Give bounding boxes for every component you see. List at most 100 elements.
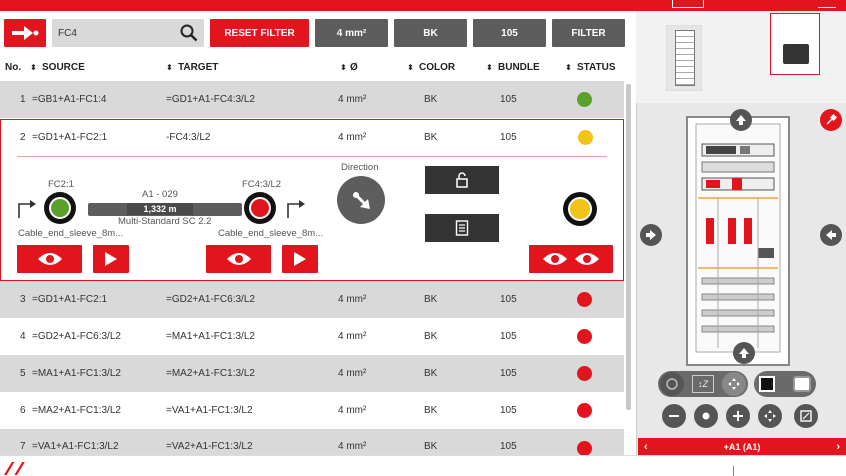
bundle-filter-button[interactable]: 105 — [473, 19, 546, 47]
eye-icon — [37, 253, 62, 265]
zoom-fit-button[interactable]: ↕Z — [692, 375, 714, 393]
table-row[interactable]: 3 =GD1+A1-FC2:1 =GD2+A1-FC6:3/L2 4 mm² B… — [0, 281, 624, 318]
col-bundle[interactable]: BUNDLE — [498, 62, 540, 73]
location-bar: ‹ +A1 (A1) › — [638, 438, 846, 455]
arrow-right-button[interactable] — [820, 224, 842, 246]
direction-button[interactable] — [337, 176, 385, 224]
sort-icon[interactable]: ⬍ — [486, 63, 493, 72]
thumbnail-cabinet[interactable] — [666, 25, 702, 91]
zoom-out-button[interactable] — [662, 404, 686, 428]
document-button[interactable] — [425, 214, 499, 242]
search-input[interactable]: FC4 — [52, 19, 204, 47]
sort-icon[interactable]: ⬍ — [166, 63, 173, 72]
view-both-button[interactable] — [529, 245, 613, 273]
col-no[interactable]: No. — [5, 62, 21, 73]
explode-button[interactable] — [722, 372, 746, 396]
export-button[interactable] — [4, 19, 46, 47]
status-indicator — [577, 441, 592, 456]
row-source: =VA1+A1-FC1:3/L2 — [32, 441, 119, 452]
source-status-ring[interactable] — [44, 192, 76, 224]
rotate-view-button[interactable] — [660, 372, 684, 396]
move-icon — [728, 378, 740, 390]
table-header: No. ⬍ SOURCE ⬍ TARGET ⬍ Ø ⬍ COLOR ⬍ BUND… — [0, 53, 630, 81]
divider — [17, 156, 607, 157]
expand-icon — [800, 410, 812, 422]
reset-zoom-button[interactable] — [694, 404, 718, 428]
table-row[interactable]: 5 =MA1+A1-FC1:3/L2 =MA2+A1-FC1:3/L2 4 mm… — [0, 355, 624, 392]
color-filter-button[interactable]: BK — [394, 19, 467, 47]
col-color[interactable]: COLOR — [419, 62, 455, 73]
size-filter-button[interactable]: 4 mm² — [315, 19, 388, 47]
arrow-left-icon — [826, 230, 836, 240]
move-icon — [764, 410, 776, 422]
brand-logo-icon — [4, 462, 25, 475]
search-icon[interactable] — [180, 24, 198, 42]
row-bundle: 105 — [500, 368, 517, 379]
arrow-down-button[interactable] — [733, 342, 755, 364]
status-indicator — [578, 130, 593, 145]
menu-icon[interactable] — [818, 0, 836, 8]
row-color: BK — [424, 405, 438, 416]
col-status[interactable]: STATUS — [577, 62, 616, 73]
pan-button[interactable] — [758, 404, 782, 428]
overall-status-ring[interactable] — [563, 192, 597, 226]
source-status-dot — [49, 197, 71, 219]
location-label: +A1 (A1) — [723, 441, 761, 452]
row-color: BK — [424, 294, 438, 305]
thumbnail-device[interactable] — [770, 13, 820, 75]
chevron-left-icon[interactable]: ‹ — [644, 441, 648, 453]
row-source: =GD2+A1-FC6:3/L2 — [32, 331, 121, 342]
table-row[interactable]: 6 =MA2+A1-FC1:3/L2 =VA1+A1-FC1:3/L2 4 mm… — [0, 392, 624, 429]
col-diameter[interactable]: Ø — [350, 62, 358, 73]
arrow-up-button[interactable] — [730, 109, 752, 131]
row-color: BK — [424, 131, 438, 143]
chevron-right-icon[interactable]: › — [836, 441, 840, 453]
footer-divider — [733, 466, 734, 476]
arrow-left-button[interactable] — [640, 224, 662, 246]
reset-filter-button[interactable]: RESET FILTER — [210, 19, 309, 47]
col-source[interactable]: SOURCE — [42, 62, 85, 73]
table-row[interactable]: 7 =VA1+A1-FC1:3/L2 =VA2+A1-FC1:3/L2 4 mm… — [0, 429, 624, 456]
play-source-button[interactable] — [93, 245, 129, 273]
cabinet-thumb-icon — [675, 30, 695, 86]
eye-icon — [575, 253, 599, 265]
source-device-label: FC2:1 — [48, 179, 74, 190]
document-icon[interactable] — [672, 0, 704, 8]
table-row[interactable]: 1 =GB1+A1-FC1:4 =GD1+A1-FC4:3/L2 4 mm² B… — [0, 81, 624, 118]
row-color: BK — [424, 94, 438, 105]
fullscreen-button[interactable] — [794, 404, 818, 428]
eye-icon — [226, 253, 251, 265]
row-bundle: 105 — [500, 331, 517, 342]
col-target[interactable]: TARGET — [178, 62, 218, 73]
row-size: 4 mm² — [338, 331, 367, 342]
black-bg-button[interactable] — [759, 376, 775, 392]
view-target-button[interactable] — [206, 245, 271, 273]
row-size: 4 mm² — [338, 131, 367, 143]
sort-icon[interactable]: ⬍ — [565, 63, 572, 72]
table-row[interactable]: 4 =GD2+A1-FC6:3/L2 =MA1+A1-FC1:3/L2 4 mm… — [0, 318, 624, 355]
sort-icon[interactable]: ⬍ — [407, 63, 414, 72]
row-target: =VA1+A1-FC1:3/L2 — [166, 405, 253, 416]
white-bg-button[interactable] — [793, 376, 811, 392]
row-no: 1 — [20, 94, 26, 105]
row-target: =MA2+A1-FC1:3/L2 — [166, 368, 255, 379]
filter-button[interactable]: FILTER — [552, 19, 625, 47]
target-status-ring[interactable] — [244, 192, 276, 224]
table-row-selected[interactable]: 2 =GD1+A1-FC2:1 -FC4:3/L2 4 mm² BK 105 — [2, 120, 622, 154]
cable-name: A1 - 029 — [142, 189, 178, 200]
zoom-in-button[interactable] — [726, 404, 750, 428]
row-no: 6 — [20, 405, 26, 416]
pin-button[interactable] — [820, 109, 842, 131]
sort-icon[interactable]: ⬍ — [340, 63, 347, 72]
cabinet-view[interactable] — [686, 116, 790, 366]
view-source-button[interactable] — [17, 245, 82, 273]
play-target-button[interactable] — [282, 245, 318, 273]
unlock-button[interactable] — [425, 166, 499, 194]
rotate-icon — [666, 378, 678, 390]
document-icon — [455, 220, 469, 236]
sort-icon[interactable]: ⬍ — [30, 63, 37, 72]
row-source: =GD1+A1-FC2:1 — [32, 294, 108, 305]
table-scrollbar[interactable] — [626, 84, 631, 410]
row-bundle: 105 — [500, 405, 517, 416]
play-icon — [105, 252, 117, 266]
